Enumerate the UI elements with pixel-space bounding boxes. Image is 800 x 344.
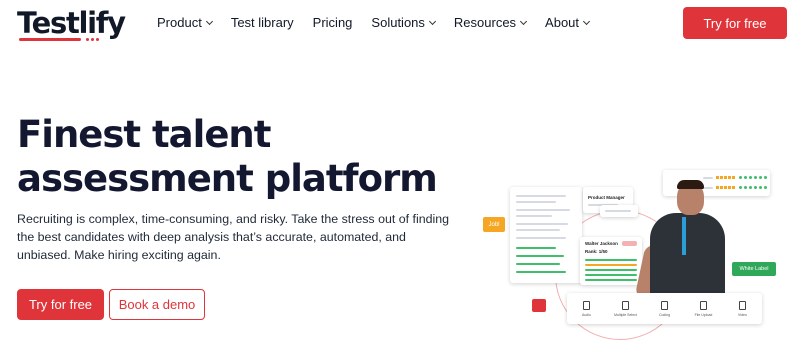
chevron-down-icon — [205, 17, 213, 26]
person-lanyard — [682, 217, 686, 255]
nav-item-label: About — [545, 15, 580, 30]
hero-illustration: Product Manager Walter Jackson Rank: 1/5… — [480, 165, 790, 340]
tool-coding: Coding — [651, 300, 679, 317]
tool-video: Video — [729, 300, 757, 317]
main-nav: Product Test library Pricing Solutions R… — [157, 15, 608, 31]
tool-label: Video — [738, 312, 747, 317]
tool-label: Coding — [658, 312, 671, 317]
tool-file-upload: File Upload — [690, 300, 718, 317]
nav-item-label: Solutions — [371, 15, 425, 30]
logo-dots — [86, 38, 99, 41]
nav-item-label: Test library — [230, 15, 294, 30]
nav-item-label: Pricing — [312, 15, 353, 30]
nav-item-test-library[interactable]: Test library — [231, 15, 294, 31]
nav-item-solutions[interactable]: Solutions — [371, 15, 436, 31]
tool-label: File Upload — [694, 312, 713, 317]
nav-item-label: Product — [157, 15, 202, 30]
nav-item-product[interactable]: Product — [157, 15, 213, 31]
nav-item-resources[interactable]: Resources — [453, 15, 528, 31]
chevron-down-icon — [582, 17, 591, 26]
white-label-text: White Label — [739, 266, 769, 272]
chevron-down-icon — [428, 17, 436, 26]
testlify-logo[interactable]: Testlify — [17, 6, 126, 41]
candidate-card: Walter Jackson Rank: 1/50 — [580, 237, 642, 285]
tool-label: Audio — [582, 312, 591, 317]
clock-icon — [532, 299, 546, 312]
role-card-back — [600, 205, 638, 217]
logo-text: Testlify — [17, 6, 126, 40]
file-icon — [700, 300, 707, 310]
tool-label: Multiple Select — [614, 312, 637, 317]
code-icon — [661, 300, 668, 310]
tool-multiple-select: Multiple Select — [612, 300, 640, 317]
tool-audio: Audio — [573, 300, 601, 317]
candidate-rank: Rank: 1/50 — [585, 249, 608, 254]
yellow-tag: Jobl — [483, 217, 505, 232]
hero-title: Finest talent assessment platform — [17, 113, 438, 200]
hero-try-for-free-button[interactable]: Try for free — [17, 289, 104, 320]
hero-subtitle: Recruiting is complex, time-consuming, a… — [17, 212, 450, 262]
nav-item-about[interactable]: About — [545, 15, 591, 31]
nav-item-label: Resources — [453, 15, 517, 30]
white-label-tag: White Label — [732, 262, 776, 276]
book-a-demo-button[interactable]: Book a demo — [109, 289, 205, 320]
person-hair — [677, 180, 704, 189]
video-icon — [739, 300, 746, 310]
chevron-down-icon — [520, 17, 528, 26]
test-list-card — [510, 187, 582, 283]
logo-underline — [19, 38, 81, 41]
header-try-for-free-button[interactable]: Try for free — [683, 7, 787, 39]
nav-item-pricing[interactable]: Pricing — [313, 15, 353, 31]
role-card-title: Product Manager — [588, 195, 625, 200]
question-type-toolbar: Audio Multiple Select Coding File Upload… — [567, 293, 762, 324]
list-icon — [622, 300, 629, 310]
candidate-name: Walter Jackson — [585, 241, 618, 246]
microphone-icon — [583, 300, 590, 310]
